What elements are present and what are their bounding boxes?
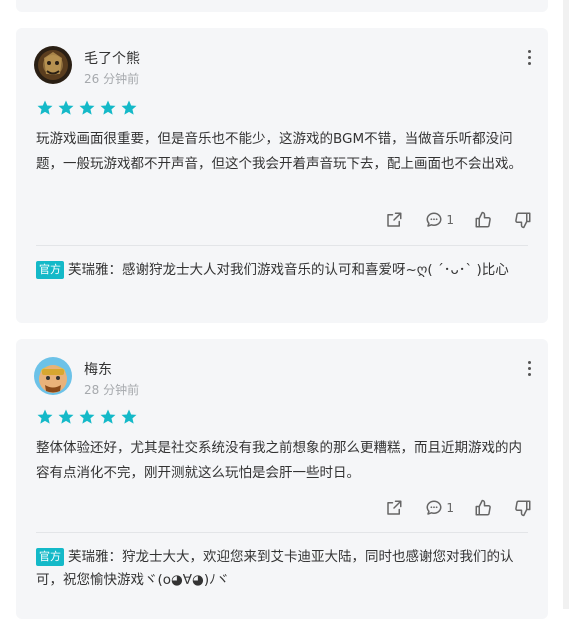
comment-count: 1: [446, 213, 454, 227]
thumbs-down-icon: [515, 500, 531, 517]
star-icon: [58, 100, 74, 115]
previous-review-card: [16, 0, 548, 12]
username[interactable]: 梅东: [84, 359, 112, 379]
star-rating: [36, 408, 138, 426]
share-button[interactable]: [385, 211, 403, 229]
comment-icon: [426, 212, 442, 227]
divider: [36, 532, 528, 533]
review-text: 整体体验还好，尤其是社交系统没有我之前想象的那么更糟糕，而且近期游戏的内容有点消…: [36, 440, 522, 481]
reply-author: 芙瑞雅：: [68, 262, 122, 278]
star-icon: [58, 409, 74, 424]
thumbs-up-icon: [475, 211, 491, 228]
thumbs-down-icon: [515, 212, 531, 229]
star-rating: [36, 99, 138, 117]
star-icon: [79, 409, 95, 424]
official-badge: 官方: [36, 261, 64, 279]
official-badge: 官方: [36, 548, 64, 566]
reply-author: 芙瑞雅：: [68, 549, 122, 565]
official-reply: 官方 芙瑞雅：感谢狩龙士大人对我们游戏音乐的认可和喜爱呀~ღ( ´･ᴗ･` )比心: [36, 259, 531, 282]
comment-count: 1: [446, 501, 454, 515]
share-icon: [387, 500, 402, 515]
review-card: 毛了个熊 26 分钟前 玩游戏画面很重要，但是音乐也不能少，这游戏的BGM不错，…: [16, 28, 548, 323]
star-icon: [100, 100, 116, 115]
avatar[interactable]: [34, 46, 72, 84]
review-actions: 1: [385, 498, 532, 518]
star-icon: [37, 409, 53, 424]
like-button[interactable]: [474, 211, 492, 229]
scrollbar[interactable]: [563, 0, 569, 609]
thumbs-up-icon: [475, 499, 491, 516]
comment-button[interactable]: 1: [425, 211, 454, 229]
review-actions: 1: [385, 210, 532, 230]
post-time: 28 分钟前: [84, 383, 140, 397]
review-card: 梅东 28 分钟前 整体体验还好，尤其是社交系统没有我之前想象的那么更糟糕，而且…: [16, 339, 548, 619]
username[interactable]: 毛了个熊: [84, 48, 140, 68]
dislike-button[interactable]: [514, 211, 532, 229]
like-button[interactable]: [474, 499, 492, 517]
star-icon: [37, 100, 53, 115]
reply-text: 感谢狩龙士大人对我们游戏音乐的认可和喜爱呀~ღ( ´･ᴗ･` )比心: [122, 262, 509, 278]
comment-icon: [426, 500, 442, 515]
dislike-button[interactable]: [514, 499, 532, 517]
share-button[interactable]: [385, 499, 403, 517]
star-icon: [121, 409, 137, 424]
more-options-icon[interactable]: [528, 50, 532, 68]
avatar[interactable]: [34, 357, 72, 395]
star-icon: [79, 100, 95, 115]
official-reply: 官方 芙瑞雅：狩龙士大大，欢迎您来到艾卡迪亚大陆，同时也感谢您对我们的认可，祝您愉…: [36, 546, 531, 592]
share-icon: [387, 212, 402, 227]
more-options-icon[interactable]: [528, 361, 532, 379]
star-icon: [121, 100, 137, 115]
review-text: 玩游戏画面很重要，但是音乐也不能少，这游戏的BGM不错，当做音乐听都没问题，一般…: [36, 131, 522, 172]
divider: [36, 245, 528, 246]
post-time: 26 分钟前: [84, 72, 140, 86]
comment-button[interactable]: 1: [425, 499, 454, 517]
star-icon: [100, 409, 116, 424]
